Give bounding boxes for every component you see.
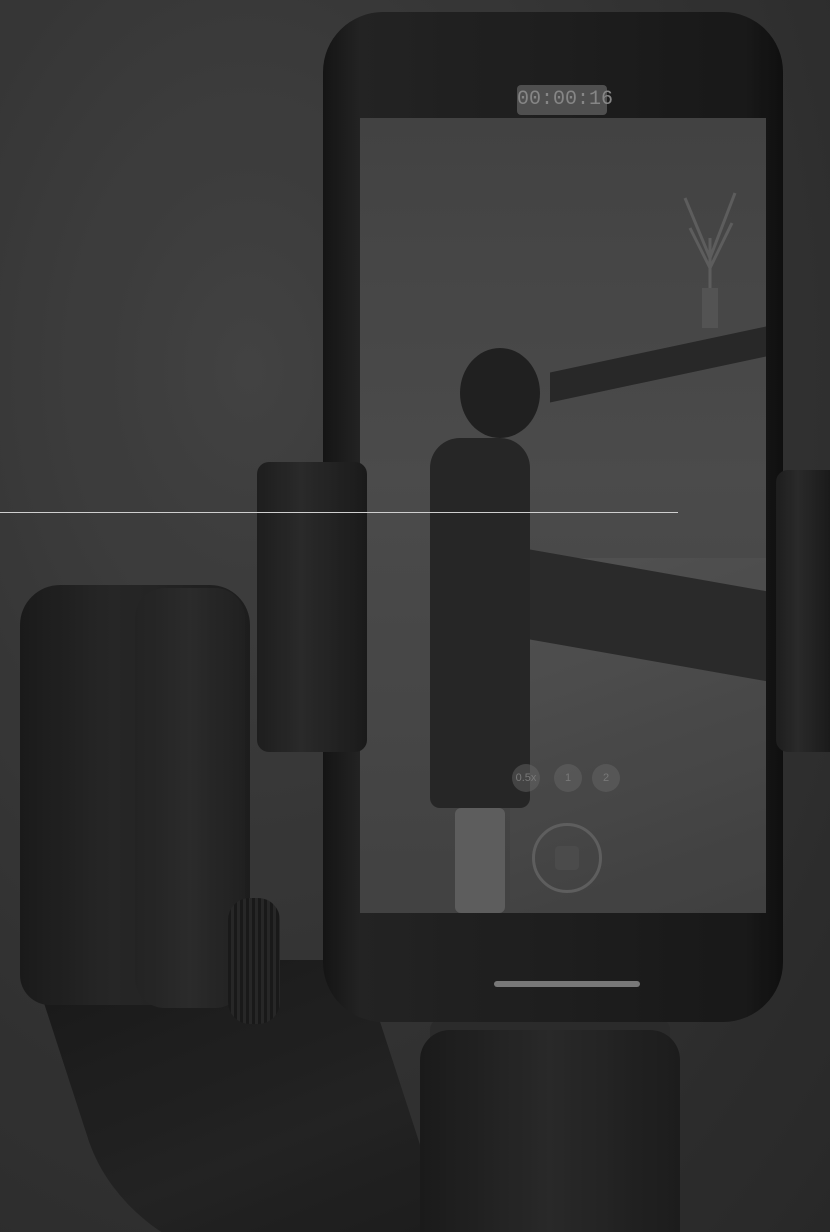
stop-icon — [555, 846, 579, 870]
plant-icon — [680, 178, 740, 328]
person-leg — [455, 808, 505, 913]
person-body — [430, 438, 530, 808]
photo-stage: 0.5x 1 2 00:00:16 — [0, 0, 830, 1232]
zoom-button-1x[interactable]: 1 — [554, 764, 582, 792]
phone-screen: 0.5x 1 2 — [360, 118, 766, 913]
zoom-button-2x[interactable]: 2 — [592, 764, 620, 792]
horizontal-divider-line — [0, 512, 678, 513]
person-head — [460, 348, 540, 438]
zoom-button-0-5x[interactable]: 0.5x — [512, 764, 540, 792]
recording-timer: 00:00:16 — [517, 85, 613, 115]
kitchen-shelf — [550, 323, 766, 403]
gimbal-knob — [228, 898, 280, 1024]
home-indicator[interactable] — [494, 981, 640, 987]
phone-clamp-left — [257, 462, 367, 752]
phone-clamp-right — [776, 470, 830, 752]
gimbal-handle — [420, 1030, 680, 1232]
